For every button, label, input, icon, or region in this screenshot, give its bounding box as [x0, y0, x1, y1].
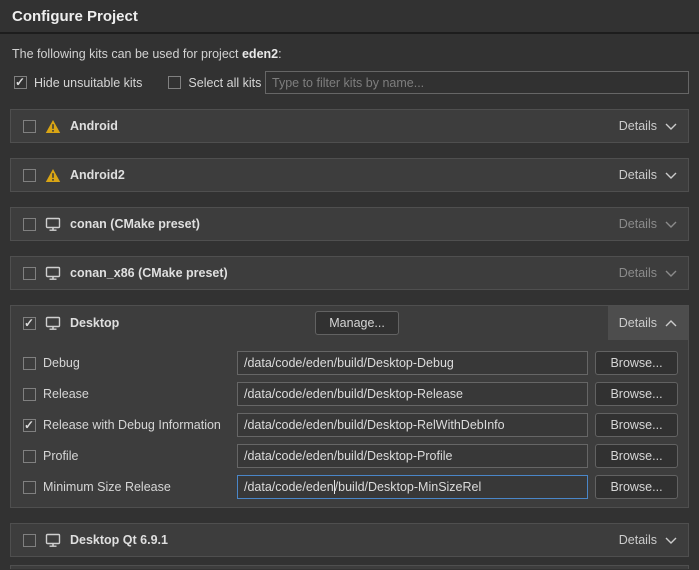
- kit-name: Desktop: [70, 316, 119, 330]
- chevron-down-icon: [665, 172, 677, 179]
- kit-row-android2: Android2 Details: [10, 158, 689, 192]
- kit-row-desktop: Desktop Manage... Details: [11, 306, 688, 340]
- kits-description-text: The following kits can be used for proje…: [12, 47, 242, 61]
- details-toggle[interactable]: Details: [608, 524, 688, 556]
- build-dir-input-focused[interactable]: /data/code/eden/build/Desktop-MinSizeRel: [237, 475, 588, 499]
- config-label-group: Release with Debug Information: [23, 418, 237, 432]
- chevron-down-icon: [665, 537, 677, 544]
- configure-project-page: Configure Project The following kits can…: [0, 8, 699, 569]
- build-dir-input[interactable]: [237, 413, 588, 437]
- kit-filter-input[interactable]: [265, 71, 689, 94]
- next-kit-row-partial: [10, 565, 689, 569]
- browse-button[interactable]: Browse...: [595, 475, 678, 499]
- config-label-group: Release: [23, 387, 237, 401]
- config-label: Release: [43, 387, 89, 401]
- details-label: Details: [619, 168, 657, 182]
- browse-button[interactable]: Browse...: [595, 351, 678, 375]
- config-checkbox[interactable]: [23, 419, 36, 432]
- select-all-kits-checkbox[interactable]: Select all kits: [168, 76, 261, 90]
- config-row-minsizerel: Minimum Size Release /data/code/eden/bui…: [23, 475, 678, 499]
- warning-icon: [45, 168, 61, 183]
- project-name: eden2: [242, 47, 278, 61]
- kit-checkbox[interactable]: [23, 534, 36, 547]
- kit-name: Android: [70, 119, 118, 133]
- config-checkbox[interactable]: [23, 388, 36, 401]
- checkbox-checked-icon[interactable]: [14, 76, 27, 89]
- build-dir-input[interactable]: [237, 382, 588, 406]
- filter-row: Hide unsuitable kits Select all kits: [14, 71, 689, 94]
- details-toggle[interactable]: Details: [608, 159, 688, 191]
- config-checkbox[interactable]: [23, 357, 36, 370]
- kit-name: conan_x86 (CMake preset): [70, 266, 228, 280]
- chevron-down-icon: [665, 123, 677, 130]
- details-toggle: Details: [608, 208, 688, 240]
- kit-row-desktop-qt: Desktop Qt 6.9.1 Details: [10, 523, 689, 557]
- browse-button[interactable]: Browse...: [595, 413, 678, 437]
- config-row-profile: Profile Browse...: [23, 444, 678, 468]
- build-dir-input[interactable]: [237, 444, 588, 468]
- config-label: Profile: [43, 449, 78, 463]
- kit-section-desktop: Desktop Manage... Details Debug Browse..…: [10, 305, 689, 508]
- kits-description-colon: :: [278, 47, 281, 61]
- kit-checkbox[interactable]: [23, 218, 36, 231]
- kit-name: Android2: [70, 168, 125, 182]
- manage-kits-button[interactable]: Manage...: [315, 311, 399, 335]
- warning-icon: [45, 119, 61, 134]
- kit-row-android: Android Details: [10, 109, 689, 143]
- hide-unsuitable-kits-label: Hide unsuitable kits: [34, 76, 142, 90]
- browse-button[interactable]: Browse...: [595, 444, 678, 468]
- page-title: Configure Project: [12, 8, 699, 26]
- hide-unsuitable-kits-checkbox[interactable]: Hide unsuitable kits: [14, 76, 142, 90]
- config-row-relwithdebinfo: Release with Debug Information Browse...: [23, 413, 678, 437]
- path-text-after-caret: /build/Desktop-MinSizeRel: [335, 480, 482, 494]
- details-label: Details: [619, 217, 657, 231]
- config-label-group: Profile: [23, 449, 237, 463]
- kit-row-conan: conan (CMake preset) Details: [10, 207, 689, 241]
- kit-checkbox[interactable]: [23, 120, 36, 133]
- details-toggle: Details: [608, 257, 688, 289]
- details-label: Details: [619, 533, 657, 547]
- chevron-up-icon: [665, 320, 677, 327]
- details-label: Details: [619, 119, 657, 133]
- config-row-release: Release Browse...: [23, 382, 678, 406]
- desktop-icon: [45, 266, 61, 281]
- desktop-icon: [45, 217, 61, 232]
- header-divider: [0, 32, 699, 34]
- desktop-icon: [45, 533, 61, 548]
- details-label: Details: [619, 266, 657, 280]
- details-toggle[interactable]: Details: [608, 306, 688, 340]
- build-dir-input[interactable]: [237, 351, 588, 375]
- config-row-debug: Debug Browse...: [23, 351, 678, 375]
- kit-name: Desktop Qt 6.9.1: [70, 533, 168, 547]
- config-label: Debug: [43, 356, 80, 370]
- details-toggle[interactable]: Details: [608, 110, 688, 142]
- kit-checkbox[interactable]: [23, 317, 36, 330]
- chevron-down-icon: [665, 221, 677, 228]
- chevron-down-icon: [665, 270, 677, 277]
- desktop-icon: [45, 316, 61, 331]
- kit-checkbox[interactable]: [23, 267, 36, 280]
- config-label-group: Debug: [23, 356, 237, 370]
- checkbox-unchecked-icon[interactable]: [168, 76, 181, 89]
- details-label: Details: [619, 316, 657, 330]
- path-text-before-caret: /data/code/eden: [244, 480, 334, 494]
- kit-row-conan-x86: conan_x86 (CMake preset) Details: [10, 256, 689, 290]
- desktop-build-configs: Debug Browse... Release Browse... Releas…: [11, 340, 688, 507]
- config-checkbox[interactable]: [23, 481, 36, 494]
- config-checkbox[interactable]: [23, 450, 36, 463]
- kits-description: The following kits can be used for proje…: [12, 47, 699, 61]
- kit-checkbox[interactable]: [23, 169, 36, 182]
- config-label: Minimum Size Release: [43, 480, 171, 494]
- select-all-kits-label: Select all kits: [188, 76, 261, 90]
- config-label-group: Minimum Size Release: [23, 480, 237, 494]
- kit-name: conan (CMake preset): [70, 217, 200, 231]
- browse-button[interactable]: Browse...: [595, 382, 678, 406]
- config-label: Release with Debug Information: [43, 418, 221, 432]
